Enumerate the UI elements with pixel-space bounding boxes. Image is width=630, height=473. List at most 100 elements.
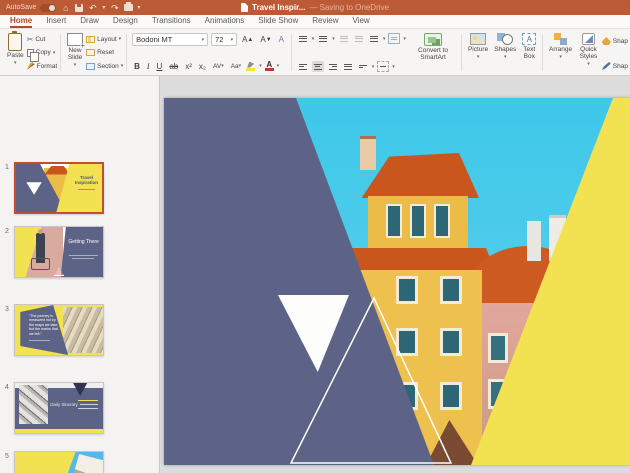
shape-fill-button[interactable]: Shap — [602, 35, 628, 47]
ribbon-tab-bar: Home Insert Draw Design Transitions Anim… — [0, 15, 630, 29]
thumb3-quote: "The journey is measured not by the maps… — [29, 314, 61, 336]
arrange-group: Arrange ▾ Quick Styles ▾ Shap Shap — [546, 32, 628, 73]
layout-button[interactable]: Layout ▾ — [86, 33, 123, 45]
underline-button[interactable]: U — [155, 60, 165, 72]
italic-button[interactable]: I — [145, 60, 152, 72]
insert-group: Picture ▾ Shapes ▾ A Text Box — [465, 32, 539, 73]
redo-icon[interactable]: ↷ — [109, 3, 120, 13]
shapes-button[interactable]: Shapes ▾ — [491, 32, 519, 73]
paste-caret-icon[interactable]: ▾ — [14, 60, 17, 66]
section-button[interactable]: Section ▾ — [86, 60, 123, 72]
copy-icon — [27, 49, 34, 57]
slide-thumbnail-3[interactable]: "The journey is measured not by the maps… — [14, 304, 104, 356]
increase-indent-button[interactable] — [353, 33, 365, 44]
grow-font-button[interactable]: A▲ — [240, 34, 255, 46]
tab-insert[interactable]: Insert — [46, 16, 66, 28]
thumb4-photo — [19, 385, 49, 424]
save-icon[interactable] — [75, 4, 83, 12]
font-color-button[interactable]: A — [265, 61, 274, 72]
section-icon — [86, 63, 95, 70]
font-family-select[interactable]: Bodoni MT▾ — [132, 33, 208, 46]
bullets-button[interactable] — [297, 33, 309, 44]
font-group: Bodoni MT▾ 72▾ A▲ A▼ A B I U ab x² x₂ AV… — [130, 32, 288, 73]
justify-button[interactable] — [342, 61, 354, 72]
superscript-button[interactable]: x² — [183, 60, 194, 72]
home-icon[interactable]: ⌂ — [60, 3, 71, 13]
slide-thumbnail-5[interactable]: Trip Goals — [14, 451, 104, 473]
white-outline-triangle-shape[interactable] — [164, 98, 630, 465]
tab-design[interactable]: Design — [113, 16, 138, 28]
cut-button[interactable]: ✂Cut — [27, 33, 58, 45]
align-right-button[interactable] — [327, 61, 339, 72]
undo-caret-icon[interactable]: ▾ — [102, 4, 105, 11]
thumb2-subtitle-bar — [72, 258, 94, 259]
columns-button[interactable] — [388, 33, 400, 44]
strikethrough-button[interactable]: ab — [167, 60, 180, 72]
convert-to-smartart-button[interactable]: Convert to SmartArt — [408, 32, 458, 73]
autosave-label: AutoSave — [6, 4, 36, 11]
align-center-button[interactable] — [312, 61, 324, 72]
format-painter-button[interactable]: Format — [27, 60, 58, 72]
subscript-button[interactable]: x₂ — [197, 60, 208, 72]
decrease-indent-button[interactable] — [338, 33, 350, 44]
picture-button[interactable]: Picture ▾ — [465, 32, 491, 73]
layout-icon — [86, 36, 95, 43]
titlebar-more-caret-icon[interactable]: ▾ — [137, 4, 140, 11]
thumb2-bicycle — [31, 258, 50, 270]
align-left-button[interactable] — [297, 61, 309, 72]
slide-thumbnail-4[interactable]: Daily Itinerary — [14, 382, 104, 434]
slide-number: 1 — [5, 164, 9, 171]
cut-icon: ✂ — [27, 35, 34, 44]
thumb4-bullet-bar — [78, 400, 97, 401]
picture-icon — [470, 33, 486, 45]
slide-canvas[interactable] — [164, 98, 630, 465]
quick-styles-button[interactable]: Quick Styles ▾ — [575, 32, 602, 73]
thumb1-title: Travel Inspiration — [74, 175, 100, 185]
align-text-button[interactable] — [377, 61, 389, 72]
line-spacing-button[interactable] — [368, 33, 380, 44]
slide-thumbnail-2[interactable]: Getting There — [14, 226, 104, 278]
change-case-button[interactable]: Aa ▾ — [229, 60, 243, 72]
tab-transitions[interactable]: Transitions — [152, 16, 191, 28]
bold-button[interactable]: B — [132, 60, 142, 72]
clipboard-group: Paste ▾ ✂Cut Copy ▾ Format — [4, 32, 57, 73]
tab-animations[interactable]: Animations — [205, 16, 245, 28]
thumb4-bullet-bar — [80, 404, 98, 405]
clear-formatting-button[interactable]: A — [277, 34, 286, 46]
font-size-select[interactable]: 72▾ — [211, 33, 237, 46]
character-spacing-button[interactable]: AV ▾ — [211, 60, 226, 72]
document-save-status: — Saving to OneDrive — [309, 3, 389, 12]
tab-draw[interactable]: Draw — [80, 16, 99, 28]
shape-outline-button[interactable]: Shap — [602, 60, 628, 72]
tab-home[interactable]: Home — [10, 16, 32, 28]
reset-button[interactable]: Reset — [86, 47, 123, 59]
tab-review[interactable]: Review — [312, 16, 338, 28]
tab-slide-show[interactable]: Slide Show — [258, 16, 298, 28]
slide-number: 4 — [5, 384, 9, 391]
new-slide-button[interactable]: New Slide ▾ — [64, 32, 86, 73]
paste-button[interactable]: Paste ▾ — [4, 32, 27, 73]
shape-fill-icon — [602, 37, 611, 45]
text-direction-button[interactable] — [357, 61, 369, 72]
numbering-button[interactable] — [317, 33, 329, 44]
thumb3-attribution-bar — [29, 340, 50, 341]
ribbon-separator — [542, 34, 543, 71]
slide-thumbnail-1[interactable]: Travel Inspiration — [14, 162, 104, 214]
thumb2-subtitle-bar — [69, 255, 98, 256]
ribbon-separator — [126, 34, 127, 71]
autosave-toggle[interactable] — [40, 4, 56, 12]
shapes-icon — [497, 33, 513, 45]
quick-styles-icon — [582, 33, 595, 45]
copy-button[interactable]: Copy ▾ — [27, 47, 58, 59]
shape-outline-icon — [602, 62, 611, 70]
new-slide-caret-icon[interactable]: ▾ — [74, 62, 77, 68]
print-icon[interactable] — [124, 4, 133, 11]
slides-group: New Slide ▾ Layout ▾ Reset Section ▾ — [64, 32, 123, 73]
text-box-button[interactable]: A Text Box — [519, 32, 539, 73]
text-highlight-button[interactable] — [246, 62, 256, 71]
arrange-button[interactable]: Arrange ▾ — [546, 32, 575, 73]
shrink-font-button[interactable]: A▼ — [258, 34, 273, 46]
tab-view[interactable]: View — [353, 16, 370, 28]
slide-editor-area — [161, 76, 630, 473]
undo-icon[interactable]: ↶ — [87, 3, 98, 13]
